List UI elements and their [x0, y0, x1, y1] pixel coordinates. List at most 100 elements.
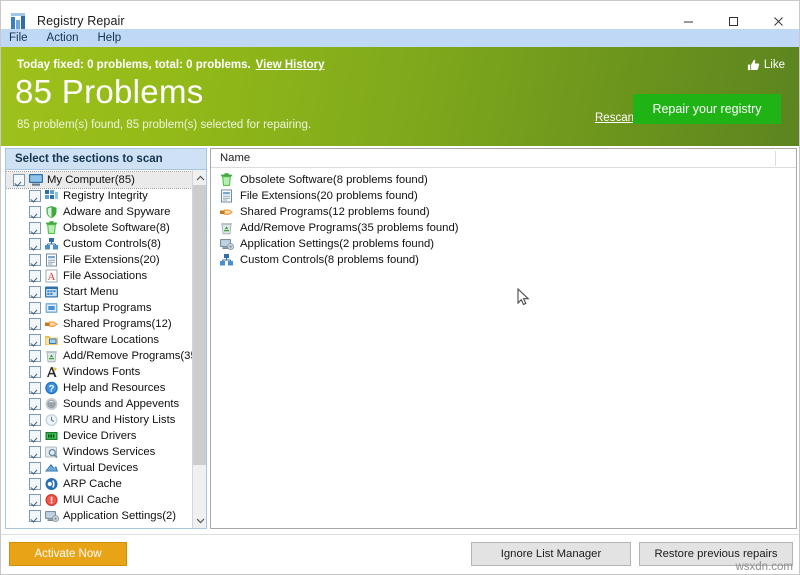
font-icon: [44, 365, 59, 379]
tree-node-file-associations[interactable]: A File Associations: [6, 268, 194, 284]
registry-repair-window: Registry Repair File Action Help Today f…: [0, 0, 800, 575]
tree-node-startup-programs[interactable]: Startup Programs: [6, 300, 194, 316]
scrollbar-thumb[interactable]: [193, 185, 206, 465]
ignore-list-manager-button[interactable]: Ignore List Manager: [471, 542, 631, 566]
tree-node-my-computer[interactable]: My Computer(85): [6, 171, 195, 189]
sidebar-scrollbar[interactable]: [192, 170, 206, 528]
tree-node-label: My Computer(85): [47, 174, 135, 186]
section-checkbox[interactable]: [29, 446, 41, 458]
trash-icon: [219, 172, 235, 188]
registry-grid-icon: [11, 12, 28, 30]
tree-node-label: File Extensions(20): [63, 254, 160, 266]
services-icon: [44, 445, 59, 459]
column-divider[interactable]: [775, 151, 776, 166]
status-banner: Today fixed: 0 problems, total: 0 proble…: [1, 47, 799, 146]
mui-icon: [44, 493, 59, 507]
section-checkbox[interactable]: [29, 430, 41, 442]
section-checkbox[interactable]: [29, 510, 41, 522]
chevron-down-icon[interactable]: [193, 513, 206, 528]
section-checkbox[interactable]: [29, 334, 41, 346]
recycle-icon: [44, 349, 59, 363]
section-checkbox[interactable]: [29, 494, 41, 506]
section-checkbox[interactable]: [29, 462, 41, 474]
tree-node-label: ARP Cache: [63, 478, 122, 490]
watermark: wsxdn.com: [735, 561, 793, 573]
tree-node-help-and-resources[interactable]: ? Help and Resources: [6, 380, 194, 396]
tree-node-custom-controls-8[interactable]: Custom Controls(8): [6, 236, 194, 252]
activate-now-button[interactable]: Activate Now: [9, 542, 127, 566]
computer-icon: [28, 173, 43, 187]
folder-monitor-icon: [44, 333, 59, 347]
list-column-header[interactable]: Name: [211, 149, 796, 168]
letter-a-icon: A: [44, 269, 59, 283]
list-item[interactable]: Add/Remove Programs(35 problems found): [211, 220, 796, 236]
chevron-up-icon[interactable]: [193, 170, 206, 185]
repair-registry-button[interactable]: Repair your registry: [633, 94, 781, 124]
section-checkbox[interactable]: [29, 206, 41, 218]
tree-node-label: Windows Services: [63, 446, 156, 458]
trash-icon: [44, 221, 59, 235]
tree-node-mru-and-history-lists[interactable]: MRU and History Lists: [6, 412, 194, 428]
section-checkbox[interactable]: [29, 286, 41, 298]
tree-node-sounds-and-appevents[interactable]: Sounds and Appevents: [6, 396, 194, 412]
tree-node-adware-and-spyware[interactable]: Adware and Spyware: [6, 204, 194, 220]
section-checkbox[interactable]: [29, 478, 41, 490]
list-item[interactable]: File Extensions(20 problems found): [211, 188, 796, 204]
tree-node-virtual-devices[interactable]: Virtual Devices: [6, 460, 194, 476]
tree-node-arp-cache[interactable]: ARP Cache: [6, 476, 194, 492]
list-item[interactable]: Application Settings(2 problems found): [211, 236, 796, 252]
thumbs-up-icon: [747, 59, 760, 71]
sections-tree: My Computer(85) Registry Integrity Adware …: [6, 170, 206, 528]
tree-node-shared-programs-12[interactable]: Shared Programs(12): [6, 316, 194, 332]
tree-node-device-drivers[interactable]: Device Drivers: [6, 428, 194, 444]
menu-item-file[interactable]: File: [9, 29, 28, 47]
section-checkbox[interactable]: [29, 366, 41, 378]
app-settings-icon: [219, 237, 235, 252]
tree-node-label: Obsolete Software(8): [63, 222, 170, 234]
tree-node-start-menu[interactable]: Start Menu: [6, 284, 194, 300]
recycle-icon: [219, 221, 235, 236]
section-checkbox[interactable]: [29, 254, 41, 266]
tree-node-application-settings-2[interactable]: Application Settings(2): [6, 508, 194, 524]
tree-node-add-remove-programs-35[interactable]: Add/Remove Programs(35): [6, 348, 194, 364]
menu-item-help[interactable]: Help: [98, 29, 122, 47]
tree-node-file-extensions-20[interactable]: File Extensions(20): [6, 252, 194, 268]
shield-icon: [44, 205, 59, 219]
app-settings-icon: [44, 509, 60, 523]
section-checkbox[interactable]: [29, 302, 41, 314]
section-checkbox[interactable]: [29, 190, 41, 202]
section-checkbox[interactable]: [29, 398, 41, 410]
section-checkbox[interactable]: [29, 222, 41, 234]
section-checkbox[interactable]: [29, 382, 41, 394]
like-button[interactable]: Like: [747, 59, 785, 71]
section-checkbox[interactable]: [29, 414, 41, 426]
tree-node-label: Add/Remove Programs(35): [63, 350, 194, 362]
list-item[interactable]: Shared Programs(12 problems found): [211, 204, 796, 220]
tree-node-mui-cache[interactable]: MUI Cache: [6, 492, 194, 508]
section-checkbox[interactable]: [29, 270, 41, 282]
tree-node-windows-fonts[interactable]: Windows Fonts: [6, 364, 194, 380]
tree-node-label: Adware and Spyware: [63, 206, 171, 218]
like-label: Like: [763, 59, 785, 71]
tree-node-label: Sounds and Appevents: [63, 398, 180, 410]
sections-panel: Select the sections to scan My Computer(…: [5, 148, 207, 529]
tree-node-registry-integrity[interactable]: Registry Integrity: [6, 188, 194, 204]
view-history-link[interactable]: View History: [256, 59, 325, 71]
tree-node-obsolete-software-8[interactable]: Obsolete Software(8): [6, 220, 194, 236]
svg-text:?: ?: [49, 384, 55, 395]
section-checkbox[interactable]: [29, 238, 41, 250]
list-item[interactable]: Obsolete Software(8 problems found): [211, 172, 796, 188]
list-item[interactable]: Custom Controls(8 problems found): [211, 252, 796, 268]
tree-node-windows-services[interactable]: Windows Services: [6, 444, 194, 460]
section-checkbox[interactable]: [29, 350, 41, 362]
svg-text:A: A: [48, 271, 56, 283]
rescan-link[interactable]: Rescan: [595, 112, 634, 124]
tree-node-label: MUI Cache: [63, 494, 120, 506]
start-menu-icon: [44, 285, 59, 299]
tree-node-label: Application Settings(2): [63, 510, 177, 522]
menu-item-action[interactable]: Action: [47, 29, 79, 47]
section-checkbox[interactable]: [29, 318, 41, 330]
tree-node-software-locations[interactable]: Software Locations: [6, 332, 194, 348]
arp-icon: [44, 477, 59, 491]
section-checkbox[interactable]: [13, 174, 25, 186]
